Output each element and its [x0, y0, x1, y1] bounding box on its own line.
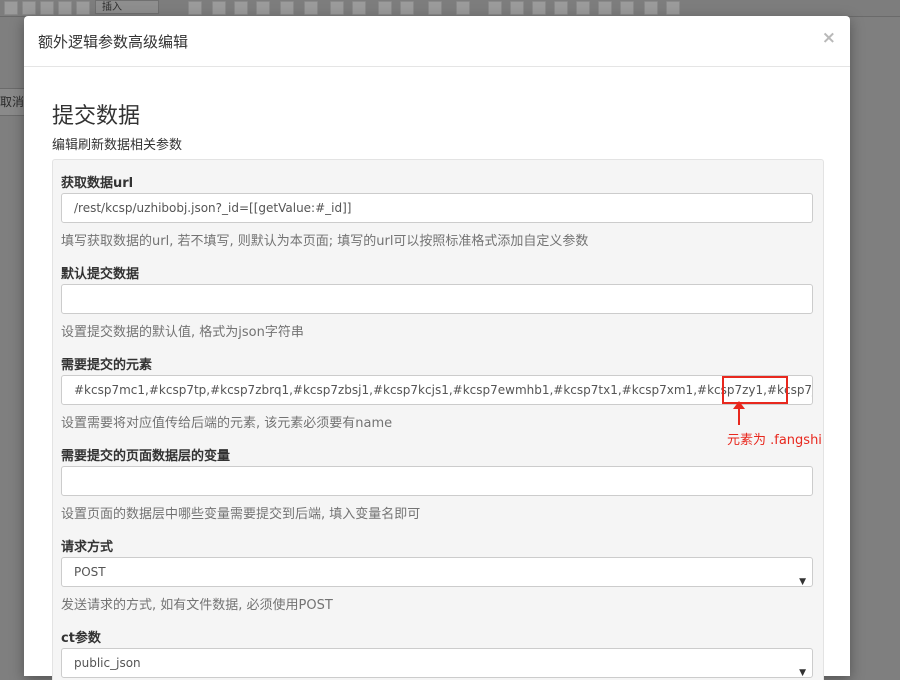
ct-param-value: public_json: [74, 656, 141, 670]
elements-input[interactable]: #kcsp7mc1,#kcsp7tp,#kcsp7zbrq1,#kcsp7zbs…: [61, 375, 813, 405]
caret-down-icon: ▼: [799, 668, 806, 678]
request-method-select[interactable]: POST ▼: [61, 557, 813, 587]
url-input[interactable]: /rest/kcsp/uzhibobj.json?_id=[[getValue:…: [61, 193, 813, 223]
advanced-edit-modal: 额外逻辑参数高级编辑 × 提交数据 编辑刷新数据相关参数 获取数据url /re…: [24, 16, 850, 680]
annotation-highlight-box: [722, 376, 788, 404]
spellcheck-icon: [456, 1, 470, 15]
image-button-icon: [644, 1, 658, 15]
request-method-value: POST: [74, 565, 106, 579]
undo-icon: [330, 1, 344, 15]
print-icon: [4, 1, 18, 15]
request-method-label: 请求方式: [61, 540, 114, 555]
ct-param-label: ct参数: [61, 631, 101, 646]
url-label: 获取数据url: [61, 176, 134, 191]
default-data-help: 设置提交数据的默认值, 格式为json字符串: [61, 325, 304, 340]
format-icon: [188, 1, 202, 15]
page-variables-label: 需要提交的页面数据层的变量: [61, 449, 231, 464]
section-description: 编辑刷新数据相关参数: [52, 138, 183, 153]
request-method-help: 发送请求的方式, 如有文件数据, 必须使用POST: [61, 598, 333, 613]
paste-word-icon: [304, 1, 318, 15]
redo-icon: [352, 1, 366, 15]
modal-header: 额外逻辑参数高级编辑 ×: [24, 16, 850, 67]
cut-icon: [212, 1, 226, 15]
paste-icon: [256, 1, 270, 15]
page-variables-input[interactable]: [61, 466, 813, 496]
button-icon: [620, 1, 634, 15]
annotation-text: 元素为 .fangshi: [727, 433, 822, 448]
select-all-icon: [428, 1, 442, 15]
save-icon: [58, 1, 72, 15]
form-icon: [488, 1, 502, 15]
copy-icon: [234, 1, 248, 15]
template-icon: [76, 1, 90, 15]
elements-label: 需要提交的元素: [61, 358, 153, 373]
radio-icon: [532, 1, 546, 15]
insert-select: 插入: [95, 0, 159, 14]
section-title: 提交数据: [52, 104, 141, 129]
default-data-label: 默认提交数据: [61, 267, 140, 282]
settings-panel: 获取数据url /rest/kcsp/uzhibobj.json?_id=[[g…: [52, 159, 824, 680]
ct-param-select[interactable]: public_json ▼: [61, 648, 813, 678]
find-icon: [378, 1, 392, 15]
default-data-input[interactable]: [61, 284, 813, 314]
background-toolbar: 插入: [0, 0, 900, 17]
page-variables-help: 设置页面的数据层中哪些变量需要提交到后端, 填入变量名即可: [61, 507, 421, 522]
caret-down-icon: ▼: [799, 577, 806, 587]
paste-text-icon: [280, 1, 294, 15]
modal-title: 额外逻辑参数高级编辑: [38, 33, 189, 51]
elements-help: 设置需要将对应值传给后端的元素, 该元素必须要有name: [61, 416, 393, 431]
select-field-icon: [598, 1, 612, 15]
checkbox-icon: [510, 1, 524, 15]
refresh-icon: [22, 1, 36, 15]
annotation-arrow: [738, 405, 740, 425]
replace-icon: [400, 1, 414, 15]
background-cancel-button: 取消: [0, 88, 25, 116]
url-help: 填写获取数据的url, 若不填写, 则默认为本页面; 填写的url可以按照标准格…: [61, 234, 589, 249]
document-icon: [40, 1, 54, 15]
hidden-field-icon: [666, 1, 680, 15]
close-icon[interactable]: ×: [822, 28, 836, 48]
textarea-icon: [576, 1, 590, 15]
textfield-icon: [554, 1, 568, 15]
